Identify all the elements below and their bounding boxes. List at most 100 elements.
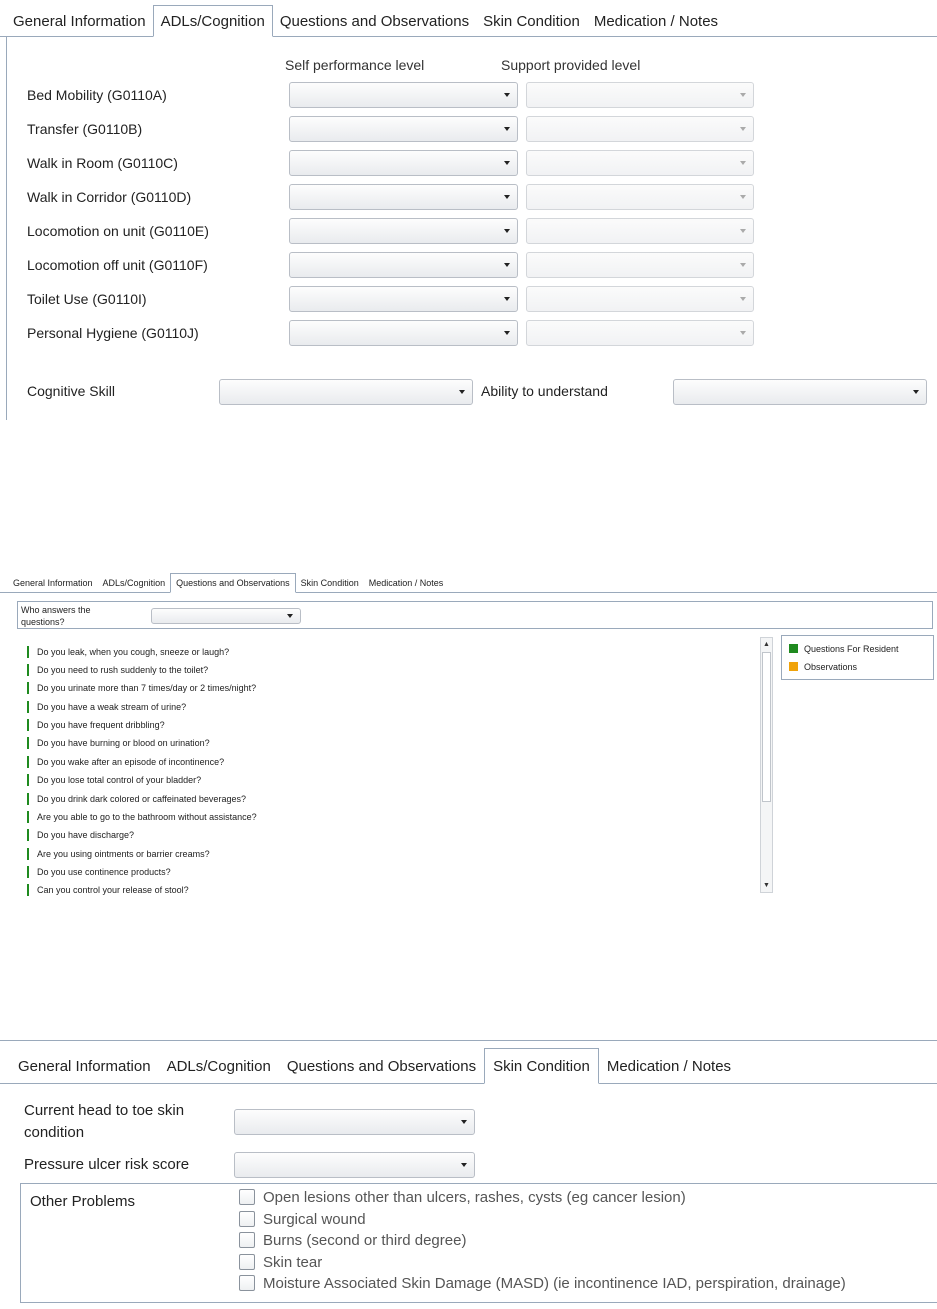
support-provided-dropdown[interactable] (526, 218, 754, 244)
self-performance-dropdown[interactable] (289, 320, 518, 346)
tab-skin-condition[interactable]: Skin Condition (484, 1048, 599, 1084)
tab-questions-and-observations[interactable]: Questions and Observations (279, 1049, 484, 1083)
option-label: Skin tear (263, 1254, 323, 1271)
other-problem-option[interactable]: Burns (second or third degree) (239, 1232, 466, 1252)
self-performance-dropdown[interactable] (289, 150, 518, 176)
chevron-down-icon (740, 161, 746, 165)
tab-questions-and-observations[interactable]: Questions and Observations (273, 6, 476, 36)
tab-medication-notes[interactable]: Medication / Notes (364, 573, 449, 592)
tab-adls-cognition[interactable]: ADLs/Cognition (159, 1049, 279, 1083)
adl-row: Walk in Corridor (G0110D) (7, 183, 937, 217)
question-item[interactable]: Do you urinate more than 7 times/day or … (27, 682, 256, 694)
tab-skin-condition[interactable]: Skin Condition (476, 6, 587, 36)
legend: Questions For Resident Observations (781, 635, 934, 680)
other-problem-option[interactable]: Moisture Associated Skin Damage (MASD) (… (239, 1275, 846, 1295)
question-item[interactable]: Do you leak, when you cough, sneeze or l… (27, 646, 229, 658)
tab-medication-notes[interactable]: Medication / Notes (599, 1049, 739, 1083)
adls-cognition-panel: General Information ADLs/Cognition Quest… (0, 0, 937, 420)
checkbox[interactable] (239, 1254, 255, 1270)
self-performance-dropdown[interactable] (289, 252, 518, 278)
ability-to-understand-dropdown[interactable] (673, 379, 927, 405)
who-answers-dropdown[interactable] (151, 608, 301, 624)
other-problem-option[interactable]: Surgical wound (239, 1211, 366, 1231)
question-item[interactable]: Can you control your release of stool? (27, 884, 189, 896)
self-performance-dropdown[interactable] (289, 82, 518, 108)
head-to-toe-dropdown[interactable] (234, 1109, 475, 1135)
option-label: Open lesions other than ulcers, rashes, … (263, 1189, 686, 1206)
chevron-down-icon (504, 229, 510, 233)
checkbox[interactable] (239, 1275, 255, 1291)
tab-strip: General Information ADLs/Cognition Quest… (0, 1040, 937, 1084)
tab-general-information[interactable]: General Information (6, 6, 153, 36)
chevron-down-icon (461, 1163, 467, 1167)
question-list: Do you leak, when you cough, sneeze or l… (17, 635, 760, 896)
adl-row: Bed Mobility (G0110A) (7, 81, 937, 115)
question-item[interactable]: Do you have a weak stream of urine? (27, 701, 186, 713)
tab-general-information[interactable]: General Information (8, 573, 98, 592)
adl-label: Personal Hygiene (G0110J) (27, 325, 199, 341)
question-list-scrollbar[interactable]: ▲ ▼ (760, 637, 773, 893)
legend-item: Questions For Resident (789, 643, 899, 655)
adl-label: Toilet Use (G0110I) (27, 291, 147, 307)
cognitive-skill-label: Cognitive Skill (27, 383, 115, 399)
adl-row: Personal Hygiene (G0110J) (7, 319, 937, 353)
question-item[interactable]: Do you drink dark colored or caffeinated… (27, 793, 246, 805)
support-provided-dropdown[interactable] (526, 184, 754, 210)
support-provided-dropdown[interactable] (526, 116, 754, 142)
scroll-down-icon[interactable]: ▼ (761, 879, 772, 892)
support-provided-dropdown[interactable] (526, 320, 754, 346)
adl-row: Transfer (G0110B) (7, 115, 937, 149)
question-item[interactable]: Do you have burning or blood on urinatio… (27, 737, 210, 749)
question-item[interactable]: Do you use continence products? (27, 866, 171, 878)
other-problems-section: Other Problems Open lesions other than u… (20, 1183, 937, 1303)
scroll-thumb[interactable] (762, 652, 771, 802)
support-provided-dropdown[interactable] (526, 82, 754, 108)
question-item[interactable]: Do you wake after an episode of incontin… (27, 756, 224, 768)
support-provided-dropdown[interactable] (526, 150, 754, 176)
question-item[interactable]: Do you have discharge? (27, 829, 134, 841)
pressure-ulcer-dropdown[interactable] (234, 1152, 475, 1178)
tab-adls-cognition[interactable]: ADLs/Cognition (152, 5, 273, 37)
question-item[interactable]: Do you need to rush suddenly to the toil… (27, 664, 208, 676)
question-item[interactable]: Do you lose total control of your bladde… (27, 774, 201, 786)
tab-skin-condition[interactable]: Skin Condition (296, 573, 364, 592)
chevron-down-icon (504, 297, 510, 301)
legend-label: Questions For Resident (804, 644, 899, 654)
tab-adls-cognition[interactable]: ADLs/Cognition (98, 573, 171, 592)
self-performance-dropdown[interactable] (289, 184, 518, 210)
option-label: Surgical wound (263, 1211, 366, 1228)
pressure-ulcer-label: Pressure ulcer risk score (24, 1156, 190, 1173)
self-performance-header: Self performance level (285, 57, 425, 73)
adl-label: Walk in Corridor (G0110D) (27, 189, 192, 205)
checkbox[interactable] (239, 1211, 255, 1227)
checkbox[interactable] (239, 1232, 255, 1248)
chevron-down-icon (461, 1120, 467, 1124)
question-item[interactable]: Are you able to go to the bathroom witho… (27, 811, 257, 823)
legend-label: Observations (804, 662, 858, 672)
chevron-down-icon (913, 390, 919, 394)
adl-label: Locomotion off unit (G0110F) (27, 257, 208, 273)
adl-label: Locomotion on unit (G0110E) (27, 223, 209, 239)
self-performance-dropdown[interactable] (289, 286, 518, 312)
tab-questions-and-observations[interactable]: Questions and Observations (170, 573, 296, 593)
checkbox[interactable] (239, 1189, 255, 1205)
adl-row: Locomotion off unit (G0110F) (7, 251, 937, 285)
adl-row: Walk in Room (G0110C) (7, 149, 937, 183)
support-provided-dropdown[interactable] (526, 252, 754, 278)
support-provided-dropdown[interactable] (526, 286, 754, 312)
chevron-down-icon (740, 263, 746, 267)
question-item[interactable]: Do you have frequent dribbling? (27, 719, 165, 731)
scroll-up-icon[interactable]: ▲ (761, 638, 772, 651)
self-performance-dropdown[interactable] (289, 116, 518, 142)
option-label: Burns (second or third degree) (263, 1232, 467, 1249)
self-performance-dropdown[interactable] (289, 218, 518, 244)
other-problem-option[interactable]: Open lesions other than ulcers, rashes, … (239, 1189, 686, 1209)
question-item[interactable]: Are you using ointments or barrier cream… (27, 848, 210, 860)
tab-strip: General Information ADLs/Cognition Quest… (0, 0, 937, 37)
tab-general-information[interactable]: General Information (10, 1049, 159, 1083)
tab-medication-notes[interactable]: Medication / Notes (587, 6, 725, 36)
chevron-down-icon (740, 229, 746, 233)
orange-swatch-icon (789, 662, 798, 671)
other-problem-option[interactable]: Skin tear (239, 1254, 322, 1274)
cognitive-skill-dropdown[interactable] (219, 379, 473, 405)
